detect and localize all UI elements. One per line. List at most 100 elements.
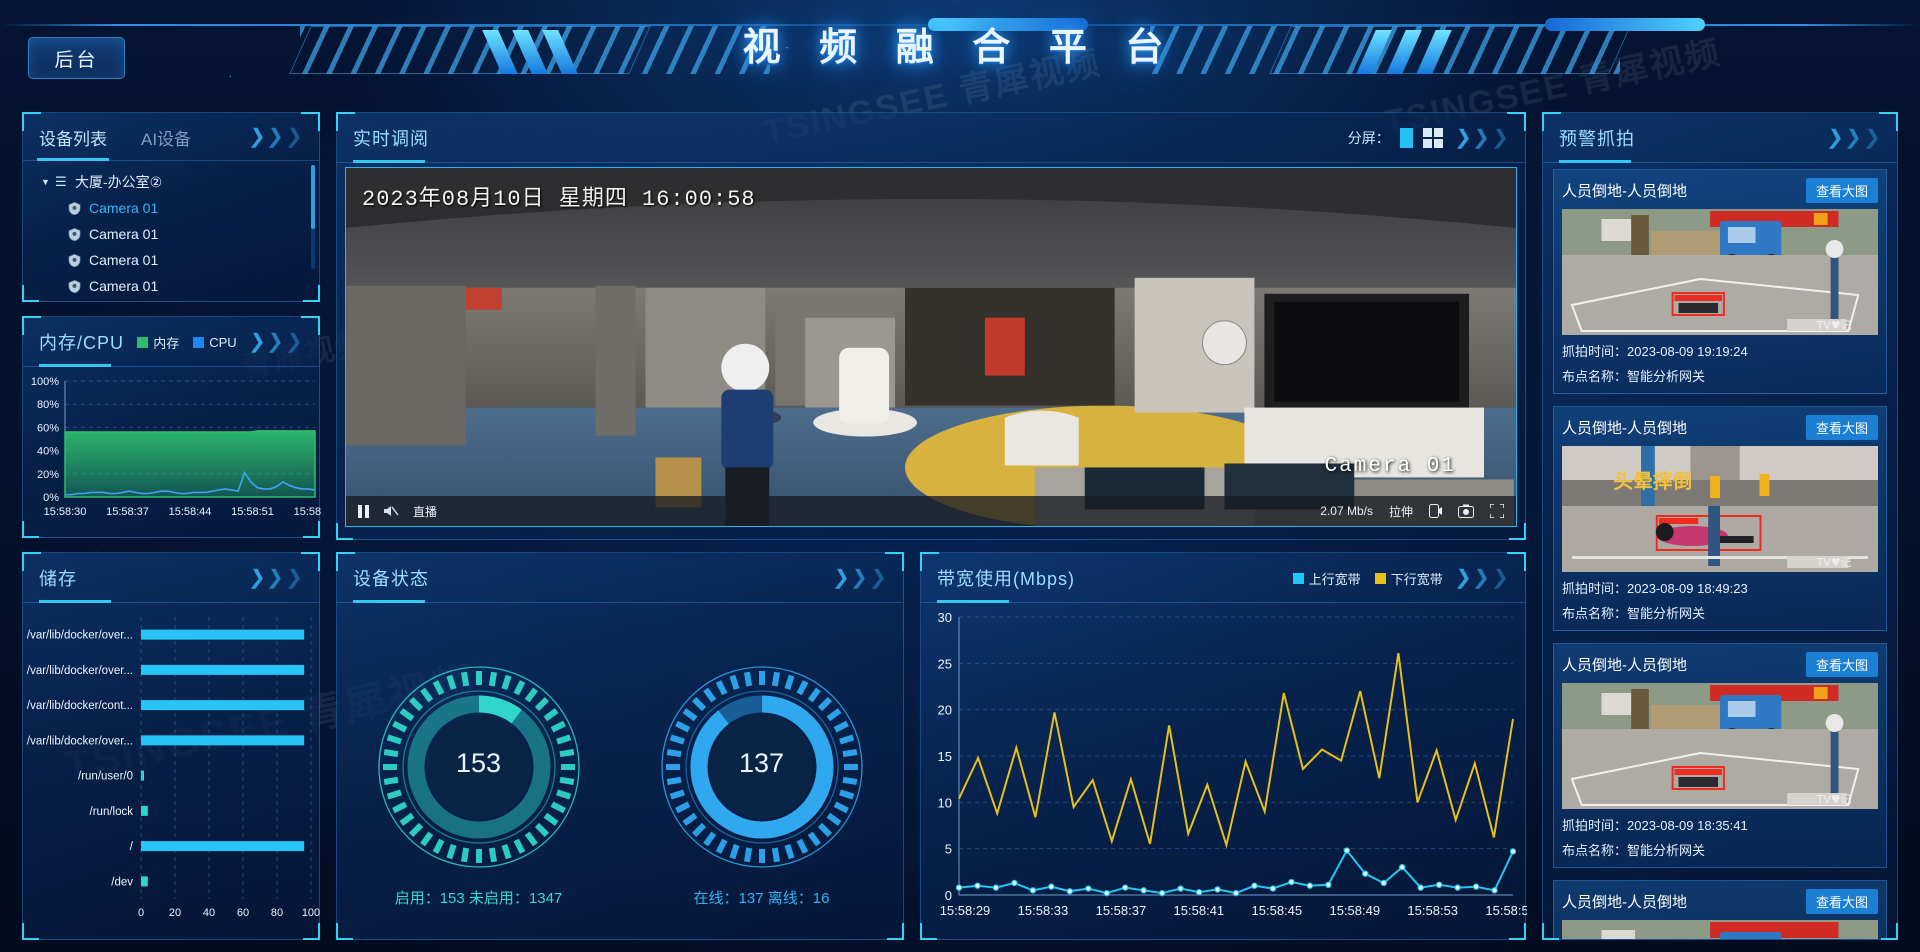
tree-camera-row[interactable]: Camera 01 <box>23 247 319 273</box>
gauge-enabled: 153 启用：153 未启用：1347 <box>374 662 584 907</box>
alarm-card-site-row: 布点名称：智能分析网关 <box>1562 366 1878 385</box>
camera-label: Camera 01 <box>89 226 159 242</box>
svg-text:/var/lib/docker/over...: /var/lib/docker/over... <box>27 630 133 642</box>
tree-camera-row[interactable]: Camera 01 <box>23 221 319 247</box>
bandwidth-chart: 0 5 10 15 20 25 30 15:58:29 15:58:33 15:58:37 15:5… <box>921 603 1536 939</box>
video-osd-camera-name: Camera 01 <box>1324 455 1456 478</box>
camera-shield-icon <box>67 227 89 242</box>
svg-text:20%: 20% <box>37 469 59 481</box>
video-control-bar: 直播 2.07 Mb/s 拉伸 <box>346 496 1516 526</box>
svg-text:头晕摔倒: 头晕摔倒 <box>1613 470 1692 493</box>
alarm-more-button[interactable]: ❯ ❯ ❯ <box>1826 127 1883 149</box>
tree-group-label: 大厦-办公室② <box>75 174 163 190</box>
split-quad-icon[interactable] <box>1422 128 1443 148</box>
alarm-capture-panel: 预警抓拍 ❯ ❯ ❯ 人员倒地-人员倒地 查看大图 TV♥记 抓拍时间：2023… <box>1542 112 1898 940</box>
alarm-card-title: 人员倒地-人员倒地 <box>1562 420 1687 437</box>
svg-text:15:58:57: 15:58:57 <box>1485 903 1527 918</box>
alarm-snapshot-truck: TV♥记 <box>1562 209 1878 335</box>
svg-text:40%: 40% <box>37 446 59 458</box>
view-large-button[interactable]: 查看大图 <box>1805 652 1878 677</box>
alarm-time-label: 抓拍时间： <box>1562 344 1628 359</box>
split-screen-control: 分屏： <box>1348 128 1443 148</box>
tree-camera-row[interactable]: Camera 01 <box>23 195 319 221</box>
svg-text:5: 5 <box>945 842 952 857</box>
svg-text:25: 25 <box>938 656 952 671</box>
header-right-pill <box>1545 18 1705 31</box>
alarm-card[interactable]: 人员倒地-人员倒地 查看大图 <box>1553 643 1887 868</box>
video-viewport[interactable]: 2023年08月10日 星期四 16:00:58 Camera 01 直播 2.… <box>345 167 1517 527</box>
alarm-site-label: 布点名称： <box>1562 843 1628 858</box>
svg-text:80: 80 <box>271 907 283 919</box>
backstage-button[interactable]: 后台 <box>28 37 125 79</box>
bandwidth-title: 带宽使用(Mbps) <box>937 569 1076 589</box>
view-large-button[interactable]: 查看大图 <box>1805 415 1878 440</box>
svg-text:TV♥记: TV♥记 <box>1816 319 1852 332</box>
tab-ai-devices[interactable]: AI设备 <box>141 125 191 150</box>
device-status-more-button[interactable]: ❯ ❯ ❯ <box>832 567 889 589</box>
snapshot-camera-icon[interactable] <box>1458 504 1474 518</box>
live-video-title: 实时调阅 <box>353 129 429 149</box>
tree-camera-row[interactable]: Camera 01 <box>23 299 319 301</box>
memory-cpu-chart: 0% 20% 40% 60% 80% 100% 15:58:30 15:58:37 15:58:… <box>23 367 337 537</box>
split-single-icon[interactable] <box>1399 128 1413 148</box>
live-video-more-button[interactable]: ❯ ❯ ❯ <box>1454 127 1511 149</box>
bandwidth-panel: 带宽使用(Mbps) 上行宽带 下行宽带 ❯ ❯ ❯ 0 5 10 15 20 25 30 15:… <box>920 552 1536 940</box>
svg-text:0: 0 <box>138 907 144 919</box>
alarm-card-time-row: 抓拍时间：2023-08-09 19:19:24 <box>1562 341 1878 360</box>
alarm-card-time-row: 抓拍时间：2023-08-09 18:35:41 <box>1562 815 1878 834</box>
svg-text:TV♥记: TV♥记 <box>1816 793 1852 806</box>
camera-shield-icon <box>67 201 89 216</box>
alarm-card-site-row: 布点名称：智能分析网关 <box>1562 603 1878 622</box>
camera-label: Camera 01 <box>89 252 159 268</box>
alarm-time-label: 抓拍时间： <box>1562 581 1628 596</box>
alarm-site-value: 智能分析网关 <box>1627 606 1706 621</box>
tree-camera-row[interactable]: Camera 01 <box>23 273 319 299</box>
legend-label-memory: 内存 <box>153 335 180 351</box>
header-right-chevron-icon <box>1352 30 1502 74</box>
svg-text:15:58:37: 15:58:37 <box>106 506 149 518</box>
alarm-card[interactable]: 人员倒地-人员倒地 查看大图 <box>1553 169 1887 394</box>
page-title: 视 频 融 合 平 台 <box>742 27 1178 69</box>
alarm-card-title: 人员倒地-人员倒地 <box>1562 657 1687 674</box>
record-icon[interactable] <box>1429 504 1442 518</box>
svg-text:20: 20 <box>938 703 952 718</box>
bandwidth-more-button[interactable]: ❯ ❯ ❯ <box>1454 567 1511 589</box>
alarm-time-value: 2023-08-09 19:19:24 <box>1627 344 1748 359</box>
memory-cpu-legend: 内存 CPU <box>137 333 237 352</box>
svg-text:/: / <box>130 841 134 853</box>
device-list-more-button[interactable]: ❯ ❯ ❯ <box>248 126 305 148</box>
svg-text:20: 20 <box>169 907 181 919</box>
alarm-site-label: 布点名称： <box>1562 606 1628 621</box>
memory-cpu-more-button[interactable]: ❯ ❯ ❯ <box>248 331 305 353</box>
alarm-card[interactable]: 人员倒地-人员倒地 查看大图 <box>1553 880 1887 939</box>
legend-label-downstream: 下行宽带 <box>1390 571 1443 587</box>
view-large-button[interactable]: 查看大图 <box>1805 178 1878 203</box>
fullscreen-icon[interactable] <box>1490 504 1504 518</box>
alarm-card[interactable]: 人员倒地-人员倒地 查看大图 头晕摔倒 TV♥记 抓拍时间：2023-08-09… <box>1553 406 1887 631</box>
svg-text:/run/lock: /run/lock <box>90 806 134 818</box>
storage-more-button[interactable]: ❯ ❯ ❯ <box>248 567 305 589</box>
alarm-site-label: 布点名称： <box>1562 369 1628 384</box>
view-large-button[interactable]: 查看大图 <box>1805 889 1878 914</box>
svg-text:/var/lib/docker/over...: /var/lib/docker/over... <box>27 665 133 677</box>
alarm-card-site-row: 布点名称：智能分析网关 <box>1562 840 1878 859</box>
stretch-button[interactable]: 拉伸 <box>1389 503 1413 520</box>
mute-icon[interactable] <box>383 504 399 518</box>
svg-text:15:58:37: 15:58:37 <box>1096 903 1147 918</box>
alarm-card-time-row: 抓拍时间：2023-08-09 18:49:23 <box>1562 578 1878 597</box>
tree-group-row[interactable]: ▼ ☰ 大厦-办公室② <box>23 169 319 195</box>
pause-button[interactable] <box>358 504 369 518</box>
device-tree-scrollbar[interactable] <box>311 165 315 269</box>
svg-text:15:58:51: 15:58:51 <box>231 506 274 518</box>
device-status-panel: 设备状态 ❯ ❯ ❯ 153 启用：153 未启用：1347 137 在线：137 … <box>336 552 904 940</box>
alarm-card-list[interactable]: 人员倒地-人员倒地 查看大图 TV♥记 抓拍时间：2023-08-09 19:1… <box>1543 163 1897 939</box>
alarm-card-title: 人员倒地-人员倒地 <box>1562 894 1687 911</box>
alarm-snapshot-truck: TV♥记 <box>1562 683 1878 809</box>
memory-cpu-header: 内存/CPU 内存 CPU ❯ ❯ ❯ <box>23 317 319 367</box>
tab-device-list[interactable]: 设备列表 <box>39 125 107 150</box>
caret-down-icon: ▼ <box>41 177 50 187</box>
alarm-time-value: 2023-08-09 18:35:41 <box>1627 818 1748 833</box>
svg-text:10: 10 <box>938 795 952 810</box>
svg-text:15:58:49: 15:58:49 <box>1329 903 1380 918</box>
svg-text:40: 40 <box>203 907 215 919</box>
